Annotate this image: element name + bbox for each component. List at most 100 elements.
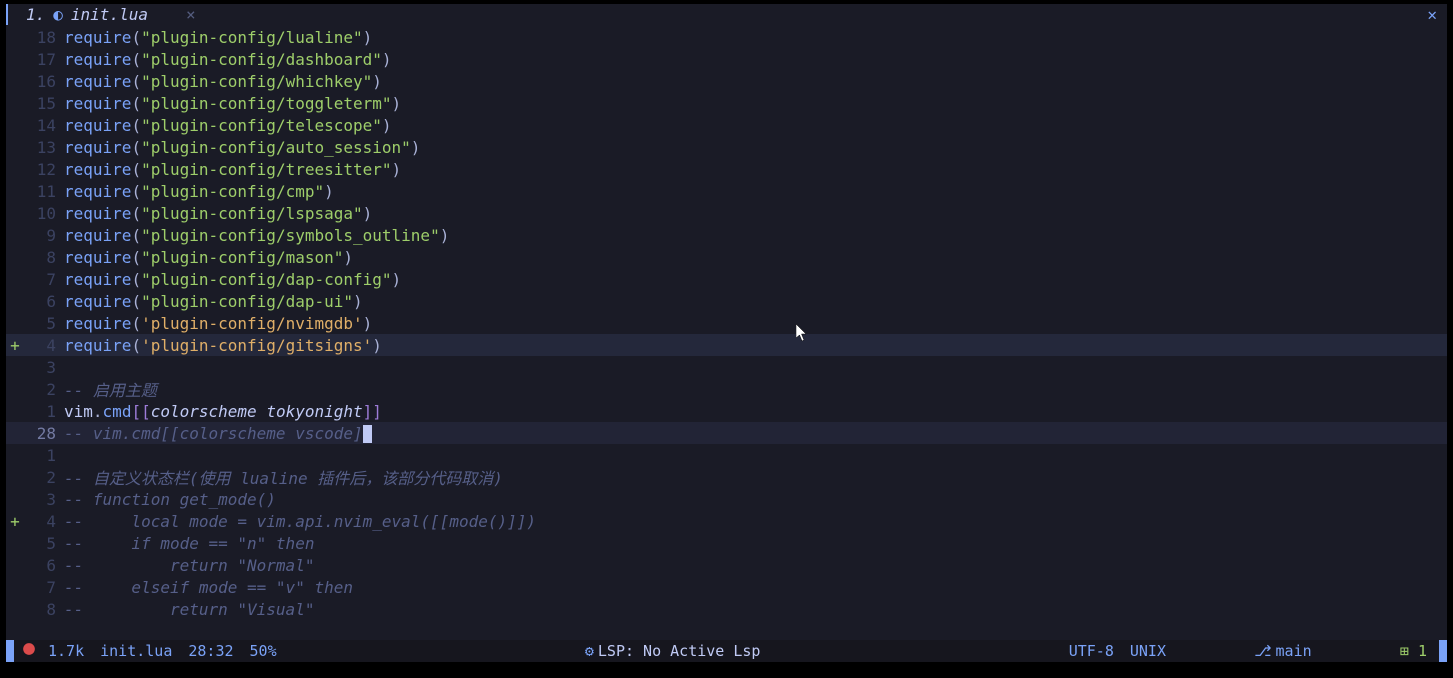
line-content: -- 自定义状态栏(使用 lualine 插件后，该部分代码取消) xyxy=(64,465,503,489)
line-content: require('plugin-config/gitsigns') xyxy=(64,336,382,355)
close-icon[interactable]: × xyxy=(186,5,196,24)
code-line[interactable]: 1 xyxy=(6,444,1447,466)
gutter-sign: + xyxy=(6,336,24,355)
code-line[interactable]: 28-- vim.cmd[[colorscheme vscode] xyxy=(6,422,1447,444)
line-content: require("plugin-config/toggleterm") xyxy=(64,94,401,113)
line-number: 9 xyxy=(24,226,64,245)
code-line[interactable]: 13require("plugin-config/auto_session") xyxy=(6,136,1447,158)
lsp-text: LSP: No Active Lsp xyxy=(598,642,761,660)
code-line[interactable]: 15require("plugin-config/toggleterm") xyxy=(6,92,1447,114)
line-content: -- return "Normal" xyxy=(64,556,314,575)
line-number: 5 xyxy=(24,314,64,333)
code-line[interactable]: 8require("plugin-config/mason") xyxy=(6,246,1447,268)
line-number: 17 xyxy=(24,50,64,69)
line-number: 16 xyxy=(24,72,64,91)
line-content: -- 启用主题 xyxy=(64,377,157,401)
code-line[interactable]: +4require('plugin-config/gitsigns') xyxy=(6,334,1447,356)
code-line[interactable]: 6require("plugin-config/dap-ui") xyxy=(6,290,1447,312)
line-number: 3 xyxy=(24,490,64,509)
line-content: require('plugin-config/nvimgdb') xyxy=(64,314,372,333)
code-line[interactable]: 16require("plugin-config/whichkey") xyxy=(6,70,1447,92)
line-number: 28 xyxy=(24,424,64,443)
line-content: require("plugin-config/whichkey") xyxy=(64,72,382,91)
os-icon xyxy=(14,642,40,660)
scroll-percent: 50% xyxy=(242,642,285,660)
tab-filename: init.lua xyxy=(71,5,148,24)
line-content: require("plugin-config/cmp") xyxy=(64,182,334,201)
editor-window: 1. ◐ init.lua × ✕ 18require("plugin-conf… xyxy=(6,4,1447,662)
line-content: require("plugin-config/mason") xyxy=(64,248,353,267)
code-line[interactable]: 11require("plugin-config/cmp") xyxy=(6,180,1447,202)
text-cursor xyxy=(363,425,372,443)
code-line[interactable]: 10require("plugin-config/lspsaga") xyxy=(6,202,1447,224)
close-all-icon[interactable]: ✕ xyxy=(1427,5,1437,24)
line-content: require("plugin-config/dap-ui") xyxy=(64,292,363,311)
line-number: 8 xyxy=(24,600,64,619)
code-line[interactable]: 5require('plugin-config/nvimgdb') xyxy=(6,312,1447,334)
line-content: require("plugin-config/telescope") xyxy=(64,116,392,135)
line-number: 11 xyxy=(24,182,64,201)
line-content: require("plugin-config/lualine") xyxy=(64,28,372,47)
code-line[interactable]: 5-- if mode == "n" then xyxy=(6,532,1447,554)
line-number: 15 xyxy=(24,94,64,113)
line-number: 3 xyxy=(24,358,64,377)
line-number: 10 xyxy=(24,204,64,223)
code-line[interactable]: 2-- 启用主题 xyxy=(6,378,1447,400)
branch-name: main xyxy=(1276,642,1312,660)
code-line[interactable]: 12require("plugin-config/treesitter") xyxy=(6,158,1447,180)
code-line[interactable]: 1vim.cmd[[colorscheme tokyonight]] xyxy=(6,400,1447,422)
code-line[interactable]: 8-- return "Visual" xyxy=(6,598,1447,620)
code-line[interactable]: 9require("plugin-config/symbols_outline"… xyxy=(6,224,1447,246)
code-line[interactable]: 3-- function get_mode() xyxy=(6,488,1447,510)
line-number: 4 xyxy=(24,512,64,531)
line-content: require("plugin-config/symbols_outline") xyxy=(64,226,449,245)
line-number: 1 xyxy=(24,402,64,421)
code-line[interactable]: 3 xyxy=(6,356,1447,378)
line-content: require("plugin-config/lspsaga") xyxy=(64,204,372,223)
line-number: 18 xyxy=(24,28,64,47)
line-number: 13 xyxy=(24,138,64,157)
line-content: require("plugin-config/treesitter") xyxy=(64,160,401,179)
lua-file-icon: ◐ xyxy=(53,5,63,24)
status-filename: init.lua xyxy=(92,642,180,660)
code-line[interactable]: 7require("plugin-config/dap-config") xyxy=(6,268,1447,290)
gutter-sign: + xyxy=(6,512,24,531)
line-content: -- local mode = vim.api.nvim_eval([[mode… xyxy=(64,512,536,531)
code-line[interactable]: 14require("plugin-config/telescope") xyxy=(6,114,1447,136)
line-content: vim.cmd[[colorscheme tokyonight]] xyxy=(64,402,382,421)
line-content: require("plugin-config/dashboard") xyxy=(64,50,392,69)
mode-indicator xyxy=(6,640,14,662)
diff-add-count: 1 xyxy=(1418,642,1427,660)
line-content: -- elseif mode == "v" then xyxy=(64,578,353,597)
line-number: 6 xyxy=(24,292,64,311)
line-number: 4 xyxy=(24,336,64,355)
line-number: 14 xyxy=(24,116,64,135)
code-line[interactable]: 7-- elseif mode == "v" then xyxy=(6,576,1447,598)
line-content: -- function get_mode() xyxy=(64,490,276,509)
line-number: 8 xyxy=(24,248,64,267)
line-content: -- return "Visual" xyxy=(64,600,314,619)
line-number: 12 xyxy=(24,160,64,179)
tab-index: 1. xyxy=(26,5,45,24)
file-size: 1.7k xyxy=(40,642,92,660)
line-number: 5 xyxy=(24,534,64,553)
line-number: 2 xyxy=(24,380,64,399)
branch-icon: ⎇ xyxy=(1254,642,1271,660)
line-content: require("plugin-config/auto_session") xyxy=(64,138,420,157)
code-area[interactable]: 18require("plugin-config/lualine")17requ… xyxy=(6,26,1447,640)
mode-indicator-right xyxy=(1439,640,1447,662)
tab-init-lua[interactable]: 1. ◐ init.lua × xyxy=(6,4,206,25)
cursor-position: 28:32 xyxy=(180,642,241,660)
tab-bar: 1. ◐ init.lua × ✕ xyxy=(6,4,1447,26)
code-line[interactable]: 18require("plugin-config/lualine") xyxy=(6,26,1447,48)
line-number: 6 xyxy=(24,556,64,575)
line-number: 1 xyxy=(24,446,64,465)
lsp-status: ⚙LSP: No Active Lsp xyxy=(285,642,1061,660)
code-line[interactable]: 6-- return "Normal" xyxy=(6,554,1447,576)
line-content: require("plugin-config/dap-config") xyxy=(64,270,401,289)
code-line[interactable]: 17require("plugin-config/dashboard") xyxy=(6,48,1447,70)
code-line[interactable]: +4-- local mode = vim.api.nvim_eval([[mo… xyxy=(6,510,1447,532)
status-line: 1.7k init.lua 28:32 50% ⚙LSP: No Active … xyxy=(6,640,1447,662)
plus-icon: ⊞ xyxy=(1400,642,1409,660)
code-line[interactable]: 2-- 自定义状态栏(使用 lualine 插件后，该部分代码取消) xyxy=(6,466,1447,488)
